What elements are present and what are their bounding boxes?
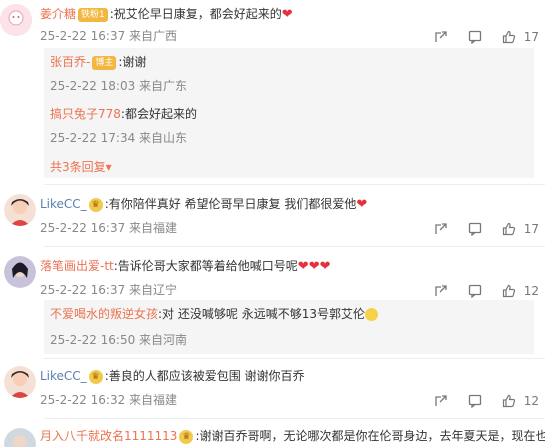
reply-meta: 25-2-22 16:50 来自河南	[50, 333, 188, 347]
chevron-down-icon: ▾	[105, 160, 112, 174]
username[interactable]: 姜介糖	[40, 7, 76, 21]
reply-box: 不爱喝水的叛逆女孩:对 还没喊够呢 永远喊不够13号郭艾伦 25-2-22 16…	[44, 300, 534, 354]
comment-meta: 25-2-22 16:37 来自广西	[40, 29, 178, 43]
avatar[interactable]	[4, 256, 36, 288]
more-replies-label: 共3条回复	[50, 160, 106, 174]
like-icon[interactable]	[502, 394, 516, 408]
comment-icon[interactable]	[468, 284, 482, 298]
comment-meta: 25-2-22 16:32 来自福建	[40, 393, 178, 407]
reply-box: 张百乔- 博主:谢谢 25-2-22 18:03 来自广东 搞只兔子778:都会好…	[44, 48, 534, 178]
blogger-badge: 博主	[92, 55, 117, 70]
share-icon[interactable]	[434, 284, 448, 298]
like-count: 17	[523, 221, 539, 236]
share-icon[interactable]	[434, 30, 448, 44]
more-replies-link[interactable]: 共3条回复▾	[50, 158, 112, 175]
emoji-icon	[364, 308, 378, 321]
like-icon[interactable]	[502, 222, 516, 236]
reply-text: :都会好起来的	[120, 107, 197, 121]
username[interactable]: 落笔画出爱-tt	[40, 259, 114, 273]
reply-meta: 25-2-22 18:03 来自广东	[50, 79, 188, 93]
reply-text: :谢谢	[118, 55, 147, 69]
like-count: 17	[523, 29, 539, 44]
avatar[interactable]	[4, 194, 36, 226]
share-icon[interactable]	[434, 222, 448, 236]
username[interactable]: 张百乔-	[50, 55, 90, 69]
comment-icon[interactable]	[468, 394, 482, 408]
reply-meta: 25-2-22 17:34 来自山东	[50, 131, 188, 145]
comment-text: :有你陪伴真好 希望伦哥早日康复 我们都很爱他	[104, 197, 357, 211]
username[interactable]: 搞只兔子778	[50, 107, 121, 121]
like-icon[interactable]	[502, 284, 516, 298]
heart-icon: ❤	[356, 197, 368, 212]
comment-meta: 25-2-22 16:37 来自辽宁	[40, 283, 178, 297]
like-icon[interactable]	[502, 30, 516, 44]
crown-icon: ♛	[88, 369, 103, 384]
avatar[interactable]	[0, 4, 32, 36]
comment-text: :告诉伦哥大家都等着给他喊口号呢	[113, 259, 298, 273]
divider	[44, 246, 545, 247]
comment-text: :谢谢百乔哥啊，无论哪次都是你在伦哥身边，去年夏天是，现在也	[195, 429, 545, 443]
share-icon[interactable]	[434, 394, 448, 408]
username[interactable]: LikeCC_	[40, 369, 87, 383]
divider	[44, 418, 545, 419]
comment-text: :善良的人都应该被爱包围 谢谢你百乔	[104, 369, 305, 383]
crown-icon: ♛	[88, 197, 103, 212]
username[interactable]: 不爱喝水的叛逆女孩	[50, 307, 158, 321]
fan-badge: 铁粉1	[78, 7, 108, 22]
avatar[interactable]	[4, 366, 36, 398]
crown-icon: ♛	[179, 429, 194, 444]
like-count: 12	[523, 283, 539, 298]
like-count: 12	[523, 393, 539, 408]
heart-icon: ❤❤❤	[297, 259, 331, 274]
divider	[44, 184, 545, 185]
username[interactable]: LikeCC_	[40, 197, 87, 211]
heart-icon: ❤	[281, 7, 293, 22]
divider	[44, 358, 545, 359]
username[interactable]: 月入八千就改名1111113	[40, 429, 177, 443]
reply-text: :对 还没喊够呢 永远喊不够13号郭艾伦	[158, 307, 365, 321]
avatar[interactable]	[4, 428, 36, 447]
comment-text: :祝艾伦早日康复，都会好起来的	[109, 7, 282, 21]
comment-meta: 25-2-22 16:37 来自福建	[40, 221, 178, 235]
comment-icon[interactable]	[468, 30, 482, 44]
comment-icon[interactable]	[468, 222, 482, 236]
